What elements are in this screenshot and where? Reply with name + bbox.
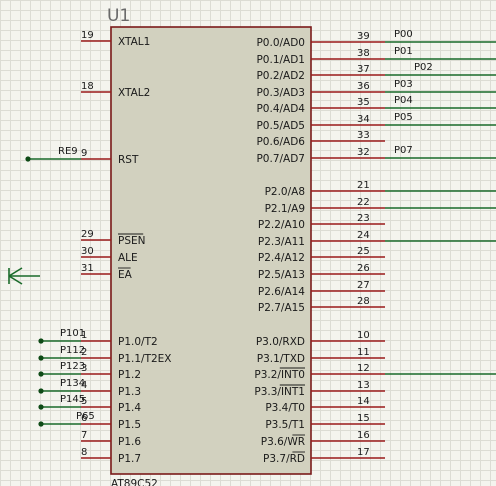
component-part: AT89C52: [111, 478, 158, 486]
pin-label: EA: [118, 269, 133, 281]
pin-number: 27: [357, 280, 370, 291]
pin-number: 28: [357, 296, 370, 307]
pin-label: P2.6/A14: [258, 286, 305, 298]
pin-number: 7: [81, 430, 87, 441]
net-label-p01: P01: [394, 46, 413, 57]
pin-label: P2.1/A9: [265, 203, 305, 215]
pin-number: 9: [81, 148, 87, 159]
pin-number: 21: [357, 180, 370, 191]
pin-number: 11: [357, 347, 370, 358]
junction-dot: [38, 404, 44, 410]
component-ref: U1: [107, 6, 130, 26]
net-label-p12: P123: [60, 361, 85, 372]
pin-number: 39: [357, 31, 370, 42]
pin-number: 29: [81, 229, 94, 240]
pin-number: 12: [357, 363, 370, 374]
pin-label: RST: [118, 154, 139, 166]
pin-number: 26: [357, 263, 370, 274]
junction-dot: [38, 371, 44, 377]
pin-label: P1.6: [118, 436, 141, 448]
pin-label: ALE: [118, 252, 138, 264]
pin-label: P1.7: [118, 453, 141, 465]
pin-number: 10: [357, 330, 370, 341]
pin-number: 23: [357, 213, 370, 224]
pin-label: P2.3/A11: [258, 236, 305, 248]
pin-number: 35: [357, 97, 370, 108]
pin-label: P2.7/A15: [258, 302, 305, 314]
net-label-p13: P134: [60, 378, 85, 389]
junction-dot: [38, 388, 44, 394]
schematic-canvas: U1 AT89C52 19 XTAL1 18 XTAL2 9 RST 29 PSEN 30 ALE…: [8, 6, 496, 486]
net-label-p05: P05: [394, 112, 413, 123]
pin-number: 33: [357, 130, 370, 141]
pin-number: 8: [81, 447, 87, 458]
net-label-p07: P07: [394, 145, 413, 156]
net-label-p14: P145: [60, 394, 85, 405]
pin-label: P3.6/WR: [261, 436, 305, 448]
pin-label: P3.5/T1: [265, 419, 305, 431]
pin-number: 34: [357, 114, 370, 125]
pin-number: 37: [357, 64, 370, 75]
pin-number: 19: [81, 30, 94, 41]
right-wires: [385, 41, 496, 375]
pin-label: P3.1/TXD: [257, 353, 305, 365]
pin-label: P3.2/INT0: [254, 369, 305, 381]
pin-label: P2.0/A8: [265, 186, 305, 198]
net-label-p11: P112: [60, 345, 85, 356]
pin-label: P0.1/AD1: [256, 54, 305, 66]
pin-label: P1.1/T2EX: [118, 353, 172, 365]
net-label-p10: P101: [60, 328, 85, 339]
pin-label: P0.5/AD5: [256, 120, 305, 132]
pin-number: 32: [357, 147, 370, 158]
pin-label: P3.7/RD: [263, 453, 305, 465]
junction-dot: [38, 355, 44, 361]
pin-label: P1.0/T2: [118, 336, 158, 348]
pin-label: XTAL2: [118, 87, 150, 99]
pin-label: P0.7/AD7: [256, 153, 305, 165]
pin-label: P1.2: [118, 369, 141, 381]
pin-number: 38: [357, 48, 370, 59]
pin-number: 30: [81, 246, 94, 257]
pin-number: 25: [357, 246, 370, 257]
net-label-rst: RE9: [58, 146, 78, 157]
net-label-p02: P02: [414, 62, 433, 73]
pin-label: P2.5/A13: [258, 269, 305, 281]
junction-dot: [38, 421, 44, 427]
ground-symbol[interactable]: [8, 267, 40, 285]
pin-label: P3.3/INT1: [254, 386, 305, 398]
pin-label: P1.4: [118, 402, 141, 414]
pin-number: 31: [81, 263, 94, 274]
pin-label: P0.6/AD6: [256, 136, 305, 148]
pin-label: P2.4/A12: [258, 252, 305, 264]
net-label-p03: P03: [394, 79, 413, 90]
pin-label: P1.3: [118, 386, 141, 398]
pin-label: P0.4/AD4: [256, 103, 305, 115]
pin-number: 15: [357, 413, 370, 424]
pin-label: P1.5: [118, 419, 141, 431]
pin-number: 16: [357, 430, 370, 441]
pin-label: PSEN: [118, 235, 146, 247]
pin-label: P2.2/A10: [258, 219, 305, 231]
pin-label: XTAL1: [118, 36, 150, 48]
net-label-p04: P04: [394, 95, 413, 106]
pin-number: 36: [357, 81, 370, 92]
pin-number: 22: [357, 197, 370, 208]
pin-label: P3.4/T0: [265, 402, 305, 414]
pin-number: 24: [357, 230, 370, 241]
pin-label: P3.0/RXD: [256, 336, 305, 348]
pin-number: 18: [81, 81, 94, 92]
pin-number: 17: [357, 447, 370, 458]
net-label-p00: P00: [394, 29, 413, 40]
junction-dot: [38, 338, 44, 344]
pin-number: 14: [357, 396, 370, 407]
pin-label: P0.3/AD3: [256, 87, 305, 99]
net-label-p15: P65: [76, 411, 95, 422]
pin-number: 13: [357, 380, 370, 391]
junction-dot: [25, 156, 31, 162]
pin-label: P0.2/AD2: [256, 70, 305, 82]
pin-label: P0.0/AD0: [256, 37, 305, 49]
